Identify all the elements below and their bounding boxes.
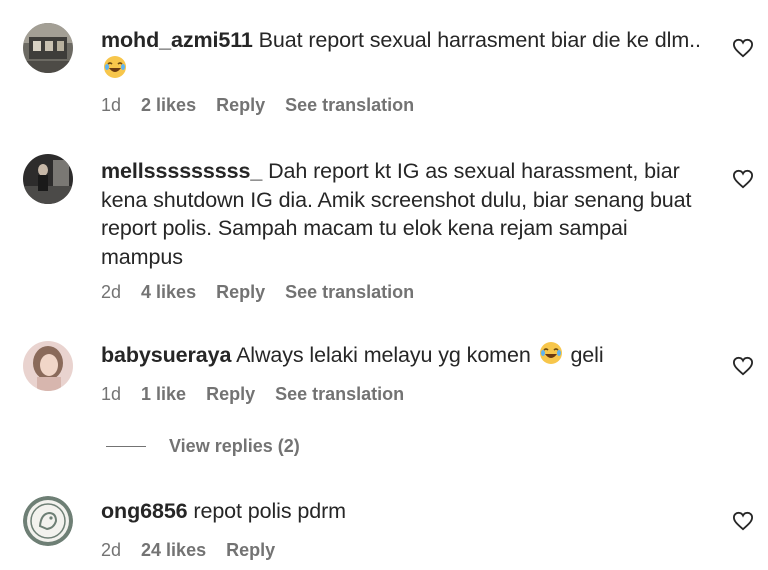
comment-username[interactable]: mohd_azmi511: [101, 28, 253, 52]
comment-time: 1d: [101, 384, 122, 404]
comment-time: 2d: [101, 282, 122, 302]
comment-body-suffix: geli: [570, 343, 604, 367]
comment-username[interactable]: babysueraya: [101, 343, 231, 367]
comment-body: repot polis pdrm: [193, 499, 346, 523]
likes-count[interactable]: 4 likes: [141, 282, 196, 303]
face-with-tears-of-joy-icon: [103, 55, 127, 87]
likes-count[interactable]: 2 likes: [141, 95, 196, 116]
comment-meta: 2d 4 likes Reply See translation: [101, 282, 434, 303]
comment-body: Always lelaki melayu yg komen: [236, 343, 531, 367]
avatar[interactable]: [23, 23, 73, 73]
likes-count[interactable]: 1 like: [141, 384, 186, 405]
heart-outline-icon[interactable]: [732, 38, 754, 58]
comment-text: ong6856 repot polis pdrm: [101, 497, 711, 526]
heart-outline-icon[interactable]: [732, 356, 754, 376]
comment-text: mellsssssssss_ Dah report kt IG as sexua…: [101, 157, 711, 271]
comment-body: Buat report sexual harrasment biar die k…: [258, 28, 701, 52]
comment-meta: 1d 1 like Reply See translation: [101, 384, 424, 405]
replies-divider: [106, 445, 146, 448]
comment-username[interactable]: mellsssssssss_: [101, 159, 262, 183]
comment-text: mohd_azmi511 Buat report sexual harrasme…: [101, 26, 711, 86]
face-with-tears-of-joy-icon: [539, 341, 563, 373]
see-translation-button[interactable]: See translation: [285, 282, 414, 303]
comment-time: 1d: [101, 95, 122, 115]
comment-username[interactable]: ong6856: [101, 499, 188, 523]
reply-button[interactable]: Reply: [216, 95, 265, 116]
comment-time: 2d: [101, 540, 122, 560]
reply-button[interactable]: Reply: [226, 540, 275, 561]
view-replies-button[interactable]: View replies (2): [169, 436, 300, 457]
avatar[interactable]: [23, 154, 73, 204]
heart-outline-icon[interactable]: [732, 169, 754, 189]
likes-count[interactable]: 24 likes: [141, 540, 206, 561]
avatar[interactable]: [23, 496, 73, 546]
reply-button[interactable]: Reply: [206, 384, 255, 405]
comment-meta: 1d 2 likes Reply See translation: [101, 95, 434, 116]
avatar[interactable]: [23, 341, 73, 391]
see-translation-button[interactable]: See translation: [285, 95, 414, 116]
see-translation-button[interactable]: See translation: [275, 384, 404, 405]
reply-button[interactable]: Reply: [216, 282, 265, 303]
heart-outline-icon[interactable]: [732, 511, 754, 531]
comment-text: babysueraya Always lelaki melayu yg kome…: [101, 341, 711, 373]
comment-meta: 2d 24 likes Reply: [101, 540, 295, 561]
view-replies-row[interactable]: View replies (2): [106, 436, 300, 457]
